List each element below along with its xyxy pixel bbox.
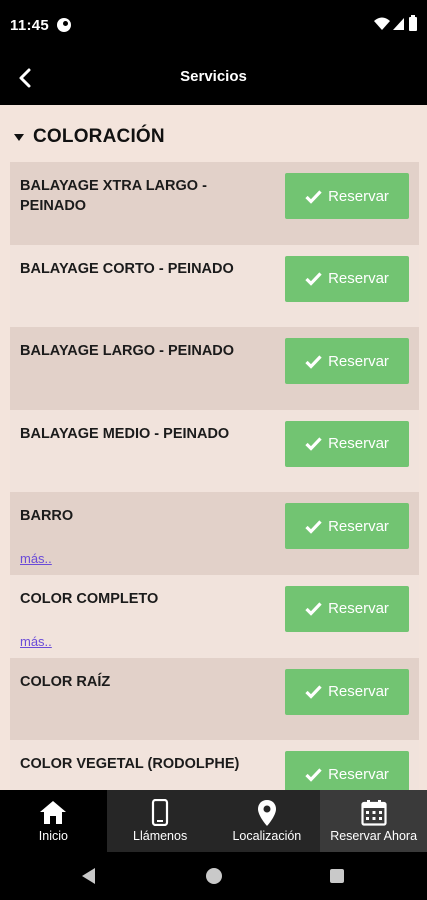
service-row: COLOR RAÍZ Reservar bbox=[10, 657, 419, 741]
status-bar: 11:45 bbox=[0, 0, 427, 52]
system-recents-icon[interactable] bbox=[330, 869, 344, 883]
nav-item-reservar-ahora[interactable]: Reservar Ahora bbox=[320, 790, 427, 852]
nav-label: Llámenos bbox=[133, 829, 188, 843]
service-name: BALAYAGE CORTO - PEINADO bbox=[20, 260, 234, 277]
reserve-button[interactable]: Reservar bbox=[285, 173, 409, 219]
check-icon bbox=[305, 602, 322, 617]
reserve-button[interactable]: Reservar bbox=[285, 668, 409, 715]
check-icon bbox=[305, 768, 322, 782]
nav-item-llamenos[interactable]: Llámenos bbox=[106, 790, 214, 852]
more-link[interactable]: más.. bbox=[20, 634, 52, 649]
reserve-button[interactable]: Reservar bbox=[285, 751, 409, 790]
nav-label: Inicio bbox=[38, 829, 68, 843]
bottom-navigation: Inicio Llámenos Localización Reservar Ah… bbox=[0, 790, 427, 852]
calendar-icon bbox=[361, 800, 387, 826]
signal-icon bbox=[393, 18, 404, 30]
service-row: BARRO más.. Reservar bbox=[10, 492, 419, 575]
system-home-icon[interactable] bbox=[206, 868, 222, 884]
service-row: COLOR VEGETAL (RODOLPHE) Reservar bbox=[10, 740, 419, 790]
system-navigation-bar bbox=[0, 852, 427, 900]
system-back-icon[interactable] bbox=[82, 868, 95, 884]
service-row: COLOR COMPLETO más.. Reservar bbox=[10, 574, 419, 658]
nav-item-localizacion[interactable]: Localización bbox=[213, 790, 321, 852]
services-list: BALAYAGE XTRA LARGO - PEINADO Reservar B… bbox=[10, 162, 419, 790]
check-icon bbox=[305, 437, 322, 452]
status-time: 11:45 bbox=[10, 17, 50, 34]
reserve-button-label: Reservar bbox=[328, 352, 389, 370]
nav-label: Localización bbox=[232, 829, 302, 843]
check-icon bbox=[305, 520, 322, 534]
reserve-button-label: Reservar bbox=[328, 683, 389, 701]
reserve-button-label: Reservar bbox=[328, 600, 389, 618]
reserve-button[interactable]: Reservar bbox=[285, 338, 409, 385]
battery-icon bbox=[409, 17, 417, 31]
reserve-button-label: Reservar bbox=[328, 765, 389, 783]
app-bar: Servicios bbox=[0, 52, 427, 105]
section-header-coloracion[interactable]: COLORACIÓN bbox=[14, 125, 165, 149]
service-name: BALAYAGE LARGO - PEINADO bbox=[20, 343, 235, 360]
notification-app-icon bbox=[57, 18, 71, 32]
check-icon bbox=[305, 189, 322, 204]
service-name: BALAYAGE MEDIO - PEINADO bbox=[20, 425, 230, 442]
service-row: BALAYAGE MEDIO - PEINADO Reservar bbox=[10, 409, 419, 493]
page-title: Servicios bbox=[180, 68, 247, 85]
reserve-button-label: Reservar bbox=[328, 270, 389, 288]
service-name: COLOR COMPLETO bbox=[20, 590, 159, 607]
wifi-icon bbox=[374, 17, 390, 30]
reserve-button-label: Reservar bbox=[328, 517, 389, 535]
system-status-icons bbox=[374, 15, 417, 31]
check-icon bbox=[305, 272, 322, 286]
check-icon bbox=[305, 685, 322, 699]
location-pin-icon bbox=[257, 800, 276, 826]
reserve-button[interactable]: Reservar bbox=[285, 585, 409, 632]
reserve-button[interactable]: Reservar bbox=[285, 420, 409, 467]
caret-down-icon bbox=[14, 133, 24, 141]
nav-item-inicio[interactable]: Inicio bbox=[0, 790, 107, 852]
services-content: COLORACIÓN BALAYAGE XTRA LARGO - PEINADO… bbox=[0, 105, 427, 790]
home-icon bbox=[40, 801, 67, 824]
service-name: COLOR VEGETAL (RODOLPHE) bbox=[20, 756, 240, 773]
service-row: BALAYAGE CORTO - PEINADO Reservar bbox=[10, 244, 419, 328]
service-row: BALAYAGE LARGO - PEINADO Reservar bbox=[10, 327, 419, 410]
service-name: BARRO bbox=[20, 508, 74, 525]
service-name: BALAYAGE XTRA LARGO - PEINADO bbox=[20, 178, 207, 214]
nav-label: Reservar Ahora bbox=[330, 829, 418, 843]
service-name: COLOR RAÍZ bbox=[20, 673, 111, 690]
reserve-button-label: Reservar bbox=[328, 187, 389, 205]
service-row: BALAYAGE XTRA LARGO - PEINADO Reservar bbox=[10, 162, 419, 245]
reserve-button[interactable]: Reservar bbox=[285, 503, 409, 550]
more-link[interactable]: más.. bbox=[20, 551, 52, 566]
reserve-button-label: Reservar bbox=[328, 435, 389, 453]
section-label: COLORACIÓN bbox=[33, 126, 165, 147]
reserve-button[interactable]: Reservar bbox=[285, 255, 409, 302]
check-icon bbox=[305, 355, 322, 369]
phone-icon bbox=[152, 799, 169, 826]
